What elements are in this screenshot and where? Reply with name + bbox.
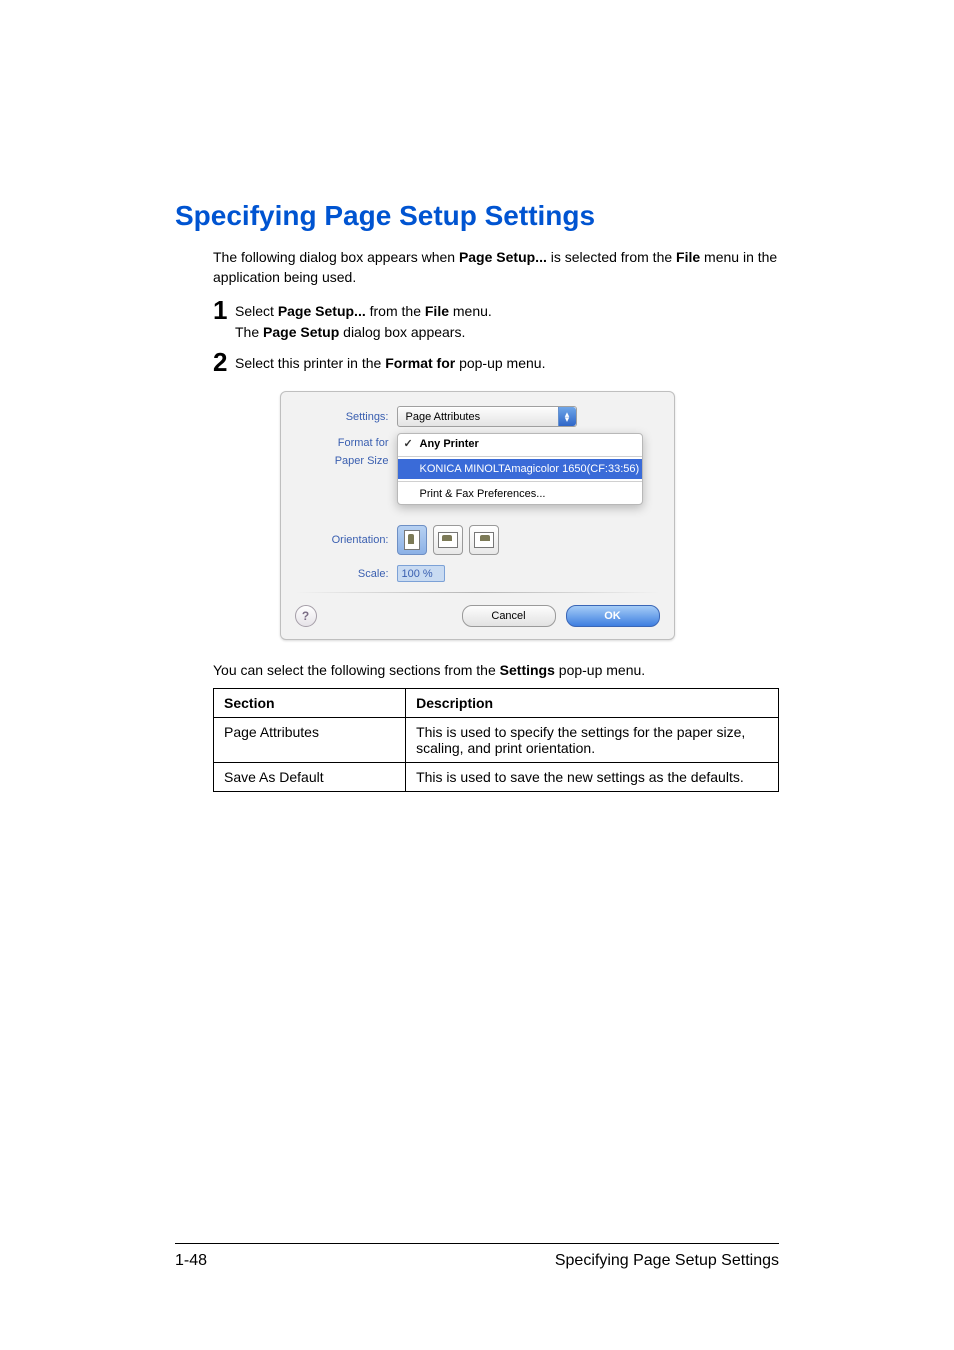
table-header-description: Description: [406, 689, 779, 718]
orientation-label: Orientation:: [295, 534, 397, 546]
step-number: 1: [213, 297, 235, 323]
dropdown-item-printer[interactable]: KONICA MINOLTAmagicolor 1650(CF:33:56): [398, 459, 642, 479]
step1-line2-bold: Page Setup: [263, 324, 339, 340]
table-header-row: Section Description: [214, 689, 779, 718]
intro-bold-2: File: [676, 249, 700, 265]
step-number: 2: [213, 349, 235, 375]
table-cell-section: Page Attributes: [214, 718, 406, 763]
after-text-b: pop-up menu.: [555, 662, 645, 678]
portrait-icon: [404, 530, 420, 550]
format-for-label: Format for: [333, 437, 397, 449]
after-text-bold: Settings: [500, 662, 555, 678]
dropdown-item-any-printer[interactable]: Any Printer: [398, 434, 642, 454]
settings-row: Settings: Page Attributes ▴▾: [295, 406, 660, 427]
orientation-landscape-right-button[interactable]: [469, 525, 499, 555]
intro-paragraph: The following dialog box appears when Pa…: [213, 248, 779, 287]
table-header-section: Section: [214, 689, 406, 718]
step1-bold-2: File: [425, 303, 449, 319]
dropdown-item-prefs[interactable]: Print & Fax Preferences...: [398, 484, 642, 504]
scale-input[interactable]: [397, 565, 445, 582]
table-row: Save As Default This is used to save the…: [214, 763, 779, 792]
cancel-button[interactable]: Cancel: [462, 605, 556, 627]
orientation-row: Orientation:: [295, 525, 660, 555]
landscape-left-icon: [438, 532, 458, 548]
page-setup-dialog: Settings: Page Attributes ▴▾ Format for …: [280, 391, 675, 640]
step2-bold-1: Format for: [385, 355, 455, 371]
dropdown-separator: [398, 481, 642, 482]
intro-text-1: The following dialog box appears when: [213, 249, 459, 265]
step-text: Select Page Setup... from the File menu.…: [235, 297, 492, 343]
dropdown-separator: [398, 456, 642, 457]
settings-select[interactable]: Page Attributes ▴▾: [397, 406, 577, 427]
dialog-footer: ? Cancel OK: [295, 605, 660, 627]
scale-label: Scale:: [295, 568, 397, 580]
steps-list: 1 Select Page Setup... from the File men…: [213, 297, 779, 375]
step1-text-b: from the: [366, 303, 425, 319]
step1-text-a: Select: [235, 303, 278, 319]
after-screenshot-text: You can select the following sections fr…: [213, 662, 779, 678]
paper-size-label: Paper Size: [295, 455, 397, 467]
table-cell-description: This is used to save the new settings as…: [406, 763, 779, 792]
step-1: 1 Select Page Setup... from the File men…: [213, 297, 779, 343]
step1-text-c: menu.: [449, 303, 492, 319]
format-for-dropdown[interactable]: Any Printer KONICA MINOLTAmagicolor 1650…: [397, 433, 643, 505]
footer-title: Specifying Page Setup Settings: [555, 1252, 779, 1270]
settings-select-value: Page Attributes: [406, 411, 481, 423]
step1-line2-b: dialog box appears.: [339, 324, 465, 340]
scale-row: Scale:: [295, 565, 660, 582]
step2-text-a: Select this printer in the: [235, 355, 385, 371]
landscape-right-icon: [474, 532, 494, 548]
section-heading: Specifying Page Setup Settings: [175, 200, 779, 232]
footer-page-number: 1-48: [175, 1252, 207, 1270]
step-2: 2 Select this printer in the Format for …: [213, 349, 779, 375]
after-text-a: You can select the following sections fr…: [213, 662, 500, 678]
step1-line2-a: The: [235, 324, 263, 340]
orientation-landscape-left-button[interactable]: [433, 525, 463, 555]
settings-label: Settings:: [295, 411, 397, 423]
step2-text-b: pop-up menu.: [455, 355, 545, 371]
ok-button[interactable]: OK: [566, 605, 660, 627]
format-for-row: Format for Any Printer KONICA MINOLTAmag…: [333, 437, 660, 449]
dialog-divider: [295, 592, 660, 593]
page-footer: 1-48 Specifying Page Setup Settings: [175, 1243, 779, 1270]
table-cell-section: Save As Default: [214, 763, 406, 792]
intro-bold-1: Page Setup...: [459, 249, 547, 265]
footer-divider: [175, 1243, 779, 1244]
select-caret-icon: ▴▾: [558, 407, 576, 426]
orientation-portrait-button[interactable]: [397, 525, 427, 555]
table-cell-description: This is used to specify the settings for…: [406, 718, 779, 763]
intro-text-2: is selected from the: [547, 249, 676, 265]
step1-bold-1: Page Setup...: [278, 303, 366, 319]
help-button[interactable]: ?: [295, 605, 317, 627]
step-text: Select this printer in the Format for po…: [235, 349, 545, 374]
table-row: Page Attributes This is used to specify …: [214, 718, 779, 763]
settings-sections-table: Section Description Page Attributes This…: [213, 688, 779, 792]
